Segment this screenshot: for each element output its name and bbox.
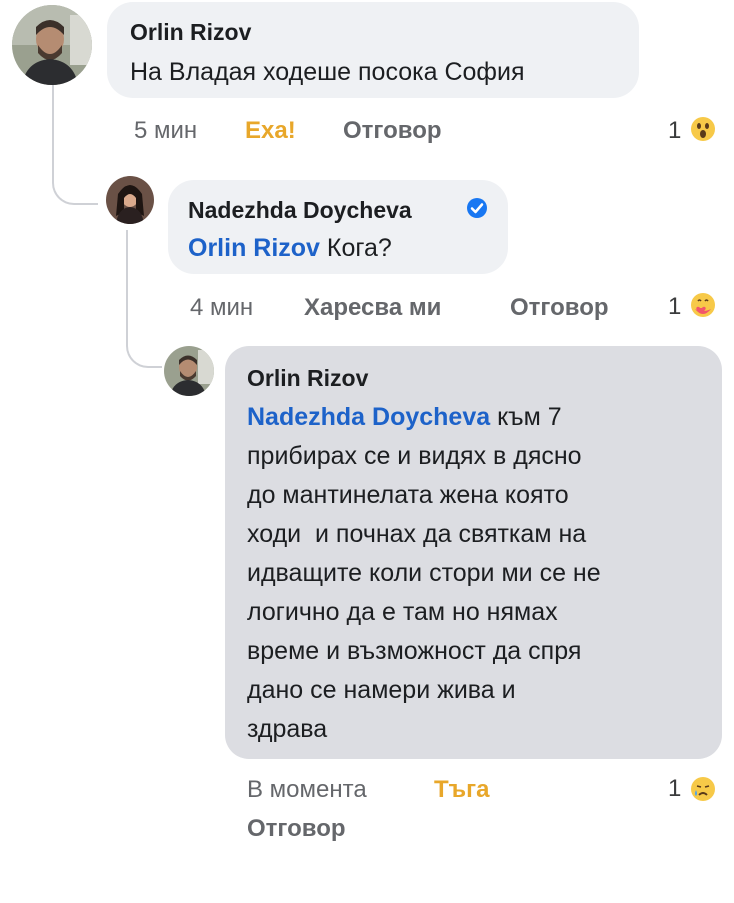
comment-text-line: дано се намери жива и (247, 676, 516, 704)
comment-time[interactable]: 5 мин (134, 117, 197, 145)
avatar[interactable] (12, 5, 92, 85)
reply-button[interactable]: Отговор (510, 294, 609, 322)
comment-text: Nadezhda Doycheva към 7 (247, 398, 562, 437)
sad-emoji-icon[interactable] (690, 776, 716, 802)
thread-line (52, 76, 54, 176)
comment-author[interactable]: Orlin Rizov (247, 365, 368, 392)
reply-button[interactable]: Отговор (247, 815, 346, 843)
comment-text-line: здрава (247, 715, 328, 743)
comment-text-line: ходи и почнах да святкам на (247, 520, 587, 548)
comment-time[interactable]: 4 мин (190, 294, 253, 322)
comment-text-line: прибирах се и видях в дясно (247, 442, 582, 470)
reaction-count[interactable]: 1 (668, 117, 681, 145)
reaction-count[interactable]: 1 (668, 293, 681, 321)
reply-button[interactable]: Отговор (343, 117, 442, 145)
like-button[interactable]: Харесва ми (304, 294, 441, 322)
comment-text-line: идващите коли стори ми се не (247, 559, 601, 587)
mention-link[interactable]: Nadezhda Doycheva (247, 403, 490, 431)
avatar[interactable] (106, 176, 154, 224)
comment-author[interactable]: Orlin Rizov (130, 19, 251, 46)
reaction-button[interactable]: Еха! (245, 117, 296, 145)
comment-text-line: време и възможност да спря (247, 637, 582, 665)
comment-text-body: Кога? (319, 234, 392, 262)
comment-text-line: към 7 (490, 403, 562, 431)
comment-time[interactable]: В момента (247, 776, 367, 804)
comment-author[interactable]: Nadezhda Doycheva (188, 197, 412, 224)
comment-text: На Владая ходеше посока София (130, 58, 525, 86)
comment-text-line: логично да е там но нямах (247, 598, 558, 626)
comment-text-line: до мантинелата жена която (247, 481, 569, 509)
thread-connector (126, 230, 162, 368)
avatar[interactable] (164, 346, 214, 396)
verified-badge-icon (466, 197, 488, 219)
thread-connector (52, 170, 98, 205)
reaction-button[interactable]: Тъга (434, 776, 490, 804)
reaction-count[interactable]: 1 (668, 775, 681, 803)
comment-text: Orlin Rizov Кога? (188, 229, 392, 268)
care-emoji-icon[interactable] (690, 292, 716, 318)
mention-link[interactable]: Orlin Rizov (188, 234, 320, 262)
wow-emoji-icon[interactable] (690, 116, 716, 142)
